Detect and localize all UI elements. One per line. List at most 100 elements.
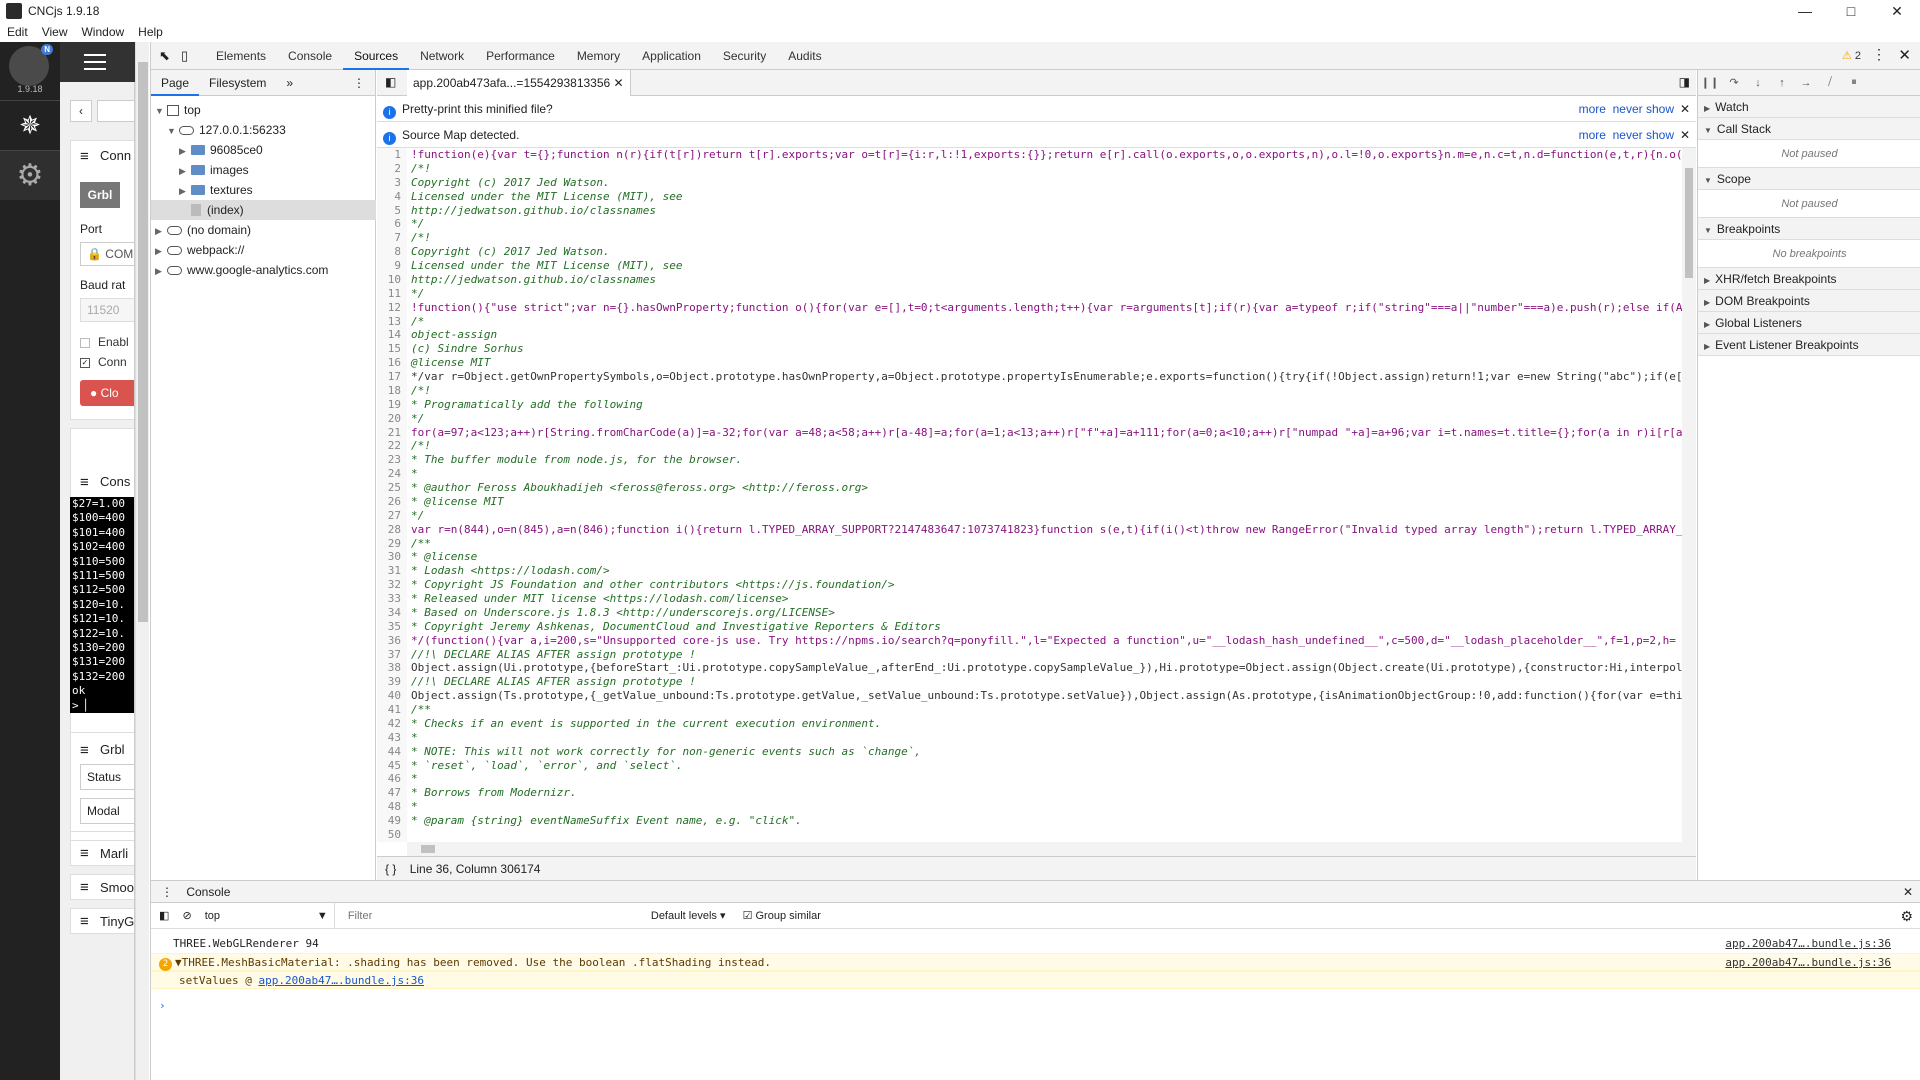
cnc-logo[interactable]: N [9, 44, 53, 86]
close-devtools-icon[interactable]: ✕ [1898, 46, 1911, 64]
line-number[interactable]: 17 [377, 370, 407, 384]
line-number[interactable]: 45 [377, 758, 407, 773]
workspace-axis-icon[interactable]: ✵ [0, 100, 60, 150]
tree-item[interactable]: (index) [151, 200, 376, 220]
more-options-icon[interactable]: ⋮ [1872, 46, 1886, 63]
tab-security[interactable]: Security [712, 42, 777, 70]
modal-tab[interactable]: Modal [80, 798, 134, 824]
hamburger-small-icon[interactable]: ≡ [80, 742, 89, 759]
hamburger-small-icon[interactable]: ≡ [80, 474, 89, 491]
hamburger-menu-icon[interactable] [84, 54, 106, 70]
editor-vertical-scrollbar[interactable] [1682, 148, 1696, 842]
tree-arrow-icon[interactable]: ▶ [179, 181, 191, 201]
minimize-button[interactable]: — [1782, 0, 1828, 22]
line-number[interactable]: 3 [377, 175, 407, 190]
cnc-scrollbar[interactable] [135, 42, 149, 1080]
line-number[interactable]: 48 [377, 800, 407, 814]
pretty-print-icon[interactable]: { } [385, 862, 396, 876]
tree-item[interactable]: ▼ top [151, 100, 376, 120]
tab-audits[interactable]: Audits [777, 42, 832, 70]
close-connection-button[interactable]: ● Clo [80, 380, 134, 406]
line-number[interactable]: 14 [377, 328, 407, 343]
hamburger-small-icon[interactable]: ≡ [80, 913, 89, 930]
navigator-menu-icon[interactable]: ⋮ [343, 76, 375, 90]
line-number[interactable]: 11 [377, 286, 407, 301]
tab-filesystem[interactable]: Filesystem [199, 76, 276, 90]
menu-help[interactable]: Help [131, 25, 170, 39]
line-number[interactable]: 7 [377, 231, 407, 246]
line-number[interactable]: 2 [377, 161, 407, 176]
line-number[interactable]: 27 [377, 508, 407, 523]
line-number[interactable]: 31 [377, 564, 407, 579]
close-tab-icon[interactable]: ✕ [614, 76, 624, 90]
tree-arrow-icon[interactable]: ▼ [167, 121, 179, 141]
tree-arrow-icon[interactable]: ▶ [155, 221, 167, 241]
never-show-link[interactable]: never show [1613, 128, 1674, 142]
menu-window[interactable]: Window [74, 25, 131, 39]
close-infobar-icon[interactable]: ✕ [1680, 122, 1690, 148]
debugger-section-header[interactable]: ▶ Event Listener Breakpoints [1698, 334, 1920, 356]
line-number[interactable]: 41 [377, 703, 407, 717]
log-levels-select[interactable]: Default levels ▾ [651, 910, 726, 922]
hamburger-small-icon[interactable]: ≡ [80, 879, 89, 896]
line-number[interactable]: 18 [377, 383, 407, 398]
debugger-section-header[interactable]: ▼ Call Stack [1698, 118, 1920, 140]
tree-item[interactable]: ▶ www.google-analytics.com [151, 260, 376, 280]
line-number[interactable]: 40 [377, 689, 407, 703]
line-number[interactable]: 21 [377, 425, 407, 440]
tab-performance[interactable]: Performance [475, 42, 566, 70]
menu-view[interactable]: View [35, 25, 75, 39]
line-number[interactable]: 22 [377, 439, 407, 454]
tab-application[interactable]: Application [631, 42, 712, 70]
pause-on-exceptions-icon[interactable]: ⏸ [1842, 76, 1866, 89]
line-number[interactable]: 44 [377, 744, 407, 759]
line-number[interactable]: 42 [377, 716, 407, 731]
message-source-link[interactable]: app.200ab47….bundle.js:36 [1725, 935, 1891, 953]
line-number[interactable]: 49 [377, 814, 407, 828]
baud-rate-select[interactable]: 11520 [80, 298, 134, 322]
tree-arrow-icon[interactable]: ▼ [155, 101, 167, 121]
close-window-button[interactable]: ✕ [1874, 0, 1920, 22]
line-number[interactable]: 15 [377, 342, 407, 357]
clear-console-icon[interactable]: ⊘ [182, 910, 191, 922]
line-number[interactable]: 50 [377, 827, 407, 842]
step-over-icon[interactable]: ↷ [1722, 76, 1746, 89]
debugger-section-header[interactable]: ▶ Watch [1698, 96, 1920, 118]
line-number[interactable]: 12 [377, 300, 407, 315]
sidebar-toggle-icon[interactable]: ◧ [159, 910, 169, 922]
line-number[interactable]: 24 [377, 467, 407, 481]
toggle-debugger-icon[interactable]: ◨ [1679, 75, 1690, 89]
line-number[interactable]: 25 [377, 481, 407, 495]
close-drawer-icon[interactable]: ✕ [1903, 881, 1913, 903]
tree-arrow-icon[interactable]: ▶ [179, 141, 191, 161]
hamburger-small-icon[interactable]: ≡ [80, 148, 89, 165]
inspect-element-icon[interactable]: ⬉ [159, 48, 173, 64]
line-number[interactable]: 35 [377, 619, 407, 634]
console-prompt[interactable]: › [151, 997, 1920, 1015]
debugger-section-header[interactable]: ▶ DOM Breakpoints [1698, 290, 1920, 312]
message-source-link[interactable]: app.200ab47….bundle.js:36 [1725, 954, 1891, 972]
pause-icon[interactable]: ❙❙ [1698, 76, 1722, 89]
line-number[interactable]: 29 [377, 536, 407, 551]
tree-item[interactable]: ▶ 96085ce0 [151, 140, 376, 160]
enable-checkbox[interactable] [80, 338, 90, 348]
line-number[interactable]: 32 [377, 578, 407, 592]
close-infobar-icon[interactable]: ✕ [1680, 96, 1690, 122]
tree-arrow-icon[interactable]: ▶ [155, 261, 167, 281]
connect-checkbox[interactable]: ✓ [80, 358, 90, 368]
tab-elements[interactable]: Elements [205, 42, 277, 70]
line-number[interactable]: 19 [377, 397, 407, 412]
line-number[interactable]: 28 [377, 522, 407, 537]
line-number[interactable]: 4 [377, 189, 407, 204]
code-view[interactable]: 1 !function(e){var t={};function n(r){if(… [377, 148, 1682, 842]
editor-file-tab[interactable]: app.200ab473afa...=1554293813356 ✕ [407, 70, 631, 96]
line-number[interactable]: 20 [377, 411, 407, 426]
tab-memory[interactable]: Memory [566, 42, 631, 70]
deactivate-breakpoints-icon[interactable]: ⧸ [1818, 76, 1842, 89]
line-number[interactable]: 37 [377, 647, 407, 662]
maximize-button[interactable]: □ [1828, 0, 1874, 22]
console-settings-gear-icon[interactable]: ⚙ [1900, 903, 1913, 929]
step-into-icon[interactable]: ↓ [1746, 77, 1770, 89]
line-number[interactable]: 34 [377, 605, 407, 620]
line-number[interactable]: 16 [377, 356, 407, 370]
